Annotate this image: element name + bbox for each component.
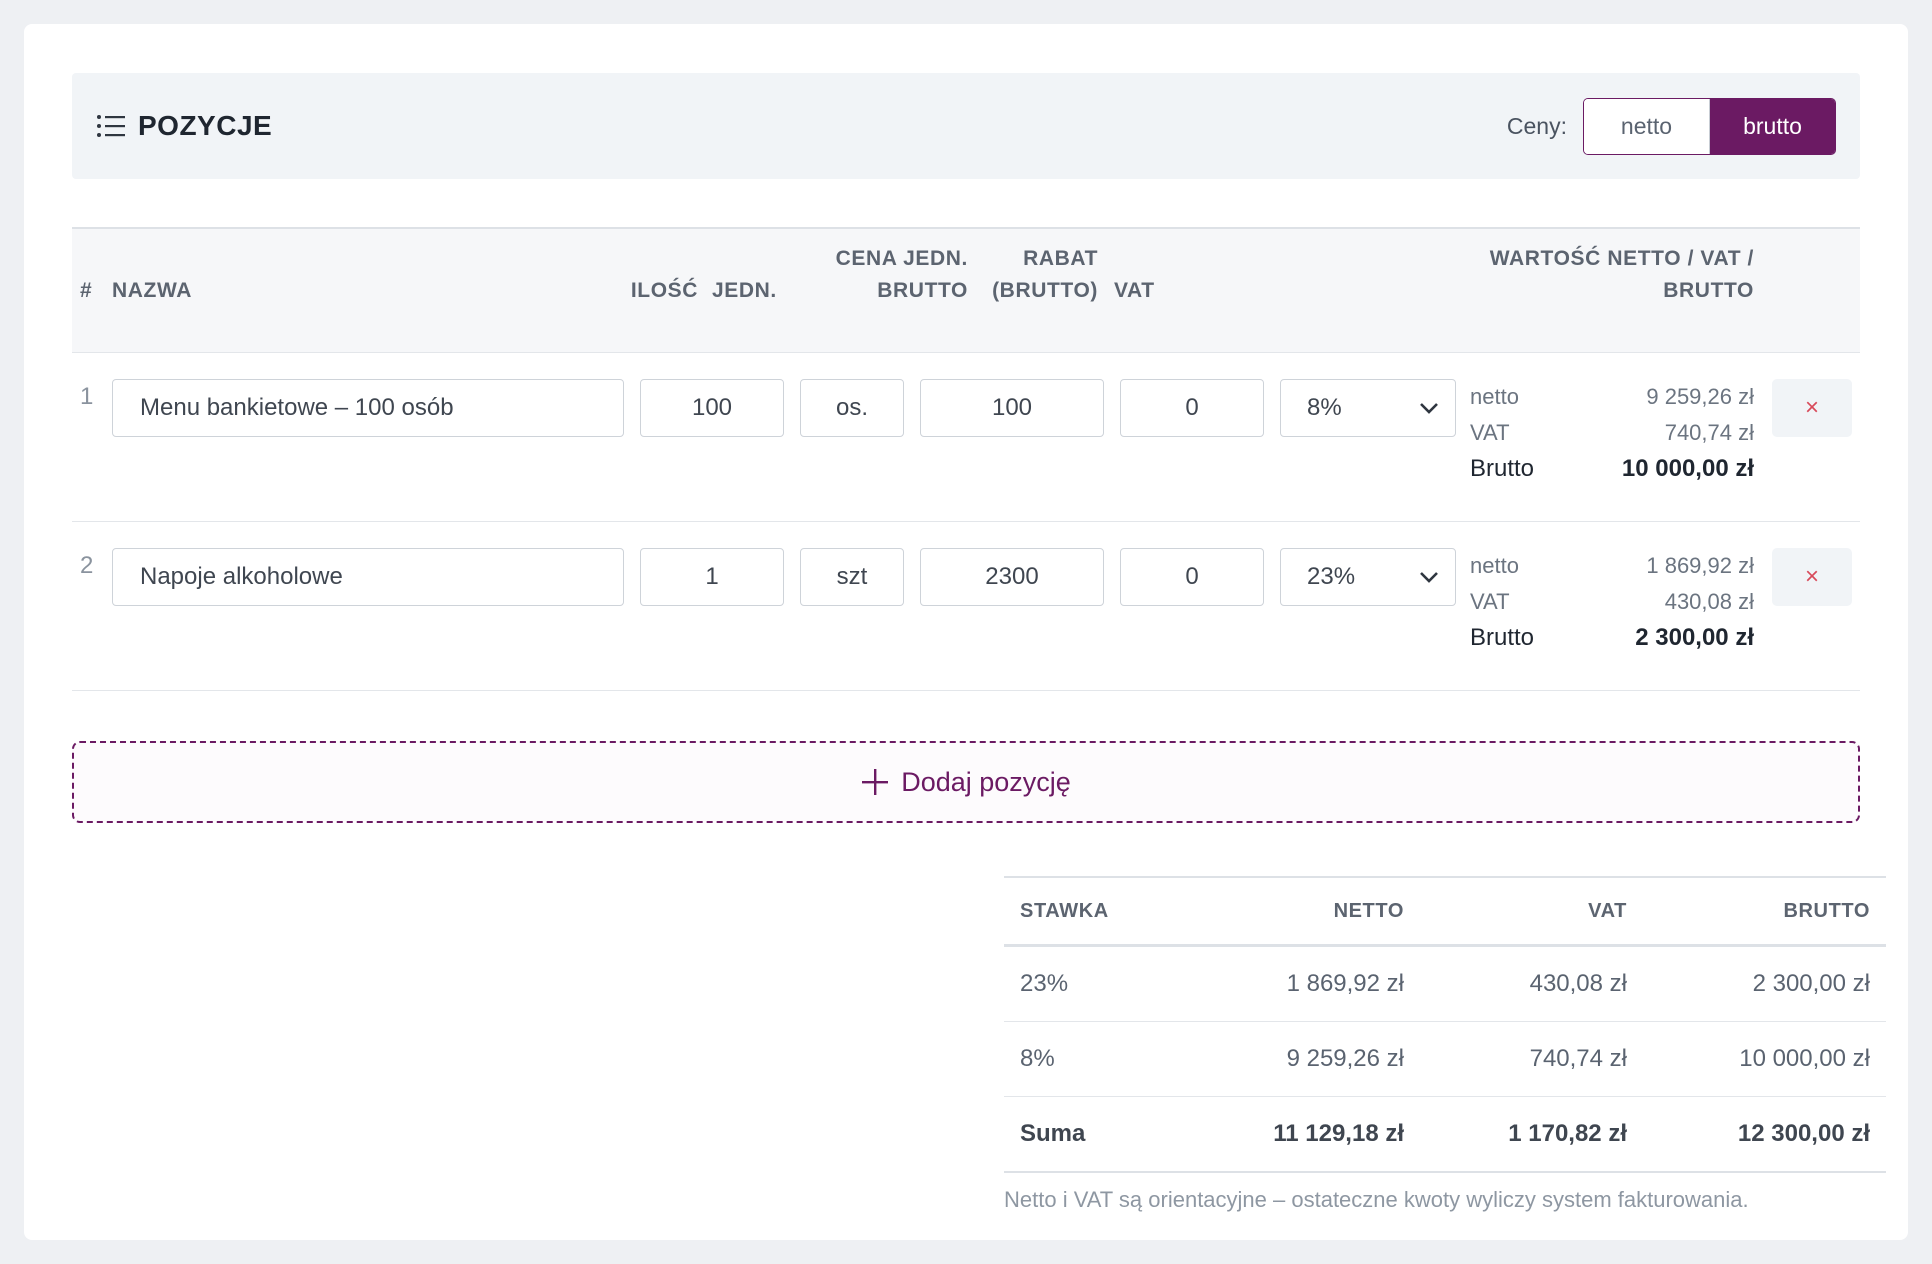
vat-label: VAT (1470, 420, 1510, 445)
vat-label: VAT (1470, 589, 1510, 614)
items-section: POZYCJE Ceny: netto brutto # NAZWA ILOŚĆ… (72, 73, 1860, 823)
item-price-input[interactable]: 2300 (920, 548, 1104, 606)
summary-col-netto: NETTO (1333, 899, 1404, 922)
section-title-group: POZYCJE (96, 110, 272, 142)
items-card: POZYCJE Ceny: netto brutto # NAZWA ILOŚĆ… (24, 24, 1908, 1240)
vat-value: 430,08 zł (1664, 589, 1754, 614)
summary-rate: 23% (1020, 970, 1069, 997)
brutto-value: 10 000,00 zł (1621, 455, 1754, 482)
summary-total-brutto: 12 300,00 zł (1737, 1120, 1870, 1147)
item-values: netto 1 869,92 zł VAT 430,08 zł Brutto 2 30… (1470, 548, 1754, 656)
summary-vat: 430,08 zł (1529, 970, 1627, 997)
item-discount-input[interactable]: 0 (1120, 548, 1264, 606)
item-vat-select[interactable]: 8% (1280, 379, 1456, 437)
summary-total-label: Suma (1020, 1120, 1086, 1147)
item-name-input[interactable]: Menu bankietowe – 100 osób (112, 379, 624, 437)
summary-brutto: 2 300,00 zł (1752, 970, 1870, 997)
items-table-header: # NAZWA ILOŚĆ JEDN. CENA JEDN. BRUTTO RA… (72, 227, 1860, 353)
netto-line: netto 1 869,92 zł (1470, 548, 1754, 584)
item-name-input[interactable]: Napoje alkoholowe (112, 548, 624, 606)
row-number: 1 (80, 383, 94, 410)
netto-value: 1 869,92 zł (1646, 553, 1754, 578)
brutto-toggle-button[interactable]: brutto (1710, 98, 1835, 154)
summary-rate: 8% (1020, 1045, 1055, 1072)
netto-label: netto (1470, 553, 1519, 578)
item-row: 1 Menu bankietowe – 100 osób 100 os. 100… (72, 353, 1860, 522)
summary-row: 23% 1 869,92 zł 430,08 zł 2 300,00 zł (1004, 947, 1886, 1022)
summary-total-row: Suma 11 129,18 zł 1 170,82 zł 12 300,00 … (1004, 1097, 1886, 1173)
vat-line: VAT 430,08 zł (1470, 584, 1754, 620)
col-discount: RABAT (BRUTTO) (972, 243, 1098, 307)
item-values: netto 9 259,26 zł VAT 740,74 zł Brutto 10 0… (1470, 379, 1754, 487)
col-discount-line1: RABAT (1023, 247, 1098, 270)
plus-icon (862, 769, 889, 795)
vat-value: 740,74 zł (1664, 420, 1754, 445)
item-discount-input[interactable]: 0 (1120, 379, 1264, 437)
price-mode-toggle: netto brutto (1583, 97, 1836, 155)
summary-total-netto: 11 129,18 zł (1273, 1120, 1404, 1147)
summary-vat: 740,74 zł (1529, 1045, 1627, 1072)
vat-select-value: 23% (1307, 563, 1356, 590)
vat-line: VAT 740,74 zł (1470, 415, 1754, 451)
col-price: CENA JEDN. BRUTTO (812, 243, 968, 307)
item-qty-input[interactable]: 1 (640, 548, 784, 606)
col-vat: VAT (1114, 279, 1155, 302)
summary-col-rate: STAWKA (1020, 899, 1109, 922)
item-vat-select[interactable]: 23% (1280, 548, 1456, 606)
brutto-value: 2 300,00 zł (1635, 624, 1754, 651)
close-icon: × (1804, 563, 1819, 590)
summary-row: 8% 9 259,26 zł 740,74 zł 10 000,00 zł (1004, 1022, 1886, 1097)
brutto-line: Brutto 10 000,00 zł (1470, 451, 1754, 487)
brutto-label: Brutto (1470, 624, 1535, 651)
item-unit-input[interactable]: szt (800, 548, 904, 606)
vat-select-value: 8% (1307, 394, 1342, 421)
item-row: 2 Napoje alkoholowe 1 szt 2300 0 23% net… (72, 522, 1860, 691)
item-unit-input[interactable]: os. (800, 379, 904, 437)
summary-header-row: STAWKA NETTO VAT BRUTTO (1004, 876, 1886, 947)
list-icon (97, 115, 125, 137)
col-value-line2: BRUTTO (1663, 279, 1754, 302)
brutto-line: Brutto 2 300,00 zł (1470, 620, 1754, 656)
col-discount-line2: (BRUTTO) (992, 279, 1098, 302)
close-icon: × (1804, 394, 1819, 421)
section-title: POZYCJE (138, 110, 273, 141)
delete-item-button[interactable]: × (1772, 379, 1852, 437)
summary-brutto: 10 000,00 zł (1739, 1045, 1870, 1072)
item-qty-input[interactable]: 100 (640, 379, 784, 437)
col-value-line1: WARTOŚĆ NETTO / VAT / (1489, 247, 1754, 270)
summary-col-brutto: BRUTTO (1783, 899, 1870, 922)
item-price-input[interactable]: 100 (920, 379, 1104, 437)
add-item-label: Dodaj pozycję (901, 766, 1071, 797)
summary-netto: 9 259,26 zł (1286, 1045, 1404, 1072)
add-item-button[interactable]: Dodaj pozycję (72, 741, 1860, 823)
summary-total-vat: 1 170,82 zł (1508, 1120, 1627, 1147)
col-unit: JEDN. (712, 279, 777, 302)
summary-note: Netto i VAT są orientacyjne – ostateczne… (1004, 1187, 1749, 1212)
col-name: NAZWA (112, 279, 192, 302)
col-price-line2: BRUTTO (877, 279, 968, 302)
col-value: WARTOŚĆ NETTO / VAT / BRUTTO (1452, 243, 1754, 307)
prices-label: Ceny: (1506, 112, 1567, 139)
summary-netto: 1 869,92 zł (1286, 970, 1404, 997)
delete-item-button[interactable]: × (1772, 548, 1852, 606)
summary-col-vat: VAT (1588, 899, 1627, 922)
netto-value: 9 259,26 zł (1646, 384, 1754, 409)
vat-summary: STAWKA NETTO VAT BRUTTO 23% 1 869,92 zł … (1004, 876, 1886, 1213)
chevron-down-icon (1420, 403, 1438, 414)
brutto-label: Brutto (1470, 455, 1535, 482)
netto-label: netto (1470, 384, 1519, 409)
col-qty: ILOŚĆ (630, 279, 698, 302)
row-number: 2 (80, 552, 94, 579)
col-hash: # (80, 279, 93, 302)
col-price-line1: CENA JEDN. (835, 247, 968, 270)
chevron-down-icon (1420, 572, 1438, 583)
netto-toggle-button[interactable]: netto (1584, 98, 1710, 154)
price-mode-group: Ceny: netto brutto (1506, 97, 1836, 155)
netto-line: netto 9 259,26 zł (1470, 379, 1754, 415)
section-header: POZYCJE Ceny: netto brutto (72, 73, 1860, 179)
